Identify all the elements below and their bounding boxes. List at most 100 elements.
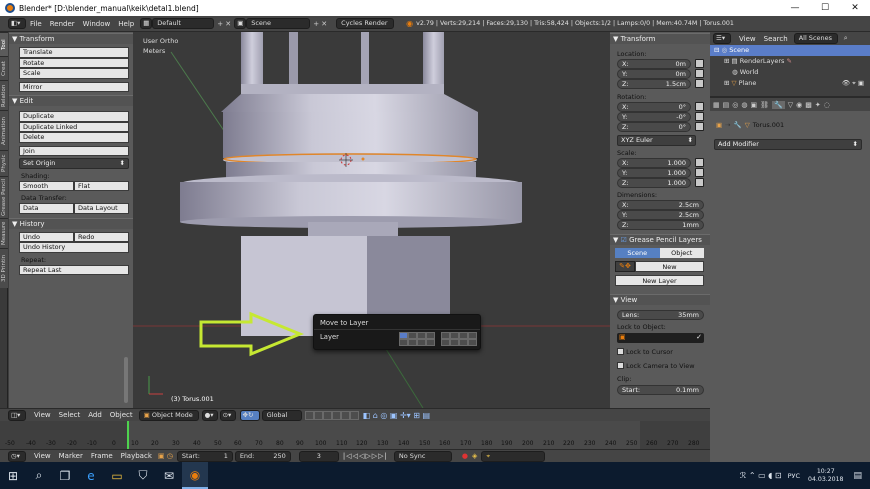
- keying-icon[interactable]: ◈: [472, 452, 477, 460]
- constraints-tab-icon[interactable]: ⛓: [760, 101, 769, 109]
- location-z-field[interactable]: Z: 1.5cm: [617, 79, 691, 89]
- dimension-x-field[interactable]: X: 2.5cm: [617, 199, 704, 210]
- preview-range-icon[interactable]: ▣ ◷: [158, 452, 173, 460]
- layer-button[interactable]: [468, 332, 477, 339]
- duplicate-linked-button[interactable]: Duplicate Linked: [19, 121, 129, 132]
- clock[interactable]: 10:27 04.03.2018: [808, 468, 843, 484]
- data-tab-icon[interactable]: ▽: [788, 101, 793, 109]
- mail-icon[interactable]: ✉: [156, 462, 182, 489]
- tab-3d-printing[interactable]: 3D Printin: [0, 248, 8, 288]
- history-panel-header[interactable]: ▼ History: [9, 217, 133, 229]
- render-tab-icon[interactable]: ▦: [713, 101, 720, 109]
- scale-x-field[interactable]: X: 1.000: [617, 157, 691, 168]
- layer-button[interactable]: [459, 332, 468, 339]
- layer-button[interactable]: [399, 339, 408, 346]
- 3d-view-editor-icon[interactable]: ◫▾: [8, 409, 26, 421]
- rotation-y-field[interactable]: Y: -0°: [617, 112, 691, 122]
- lock-icon[interactable]: [695, 102, 704, 111]
- outliner-item-scene[interactable]: ⊟ ◎ Scene: [710, 45, 870, 56]
- set-origin-dropdown[interactable]: Set Origin ⬍: [19, 158, 129, 169]
- layer-button[interactable]: [426, 339, 435, 346]
- layer-button[interactable]: [399, 332, 408, 339]
- windows-start-icon[interactable]: ⊞: [0, 462, 26, 489]
- layout-field[interactable]: Default: [152, 18, 215, 29]
- lock-icon[interactable]: [695, 69, 704, 78]
- task-view-icon[interactable]: ❐: [52, 462, 78, 489]
- scene-tab-icon[interactable]: ◎: [732, 101, 738, 109]
- lock-icon[interactable]: [695, 122, 704, 131]
- menu-window[interactable]: Window: [83, 20, 111, 28]
- render-engine-select[interactable]: Cycles Render: [336, 18, 395, 29]
- timeline-view-menu[interactable]: View: [34, 452, 51, 460]
- record-icon[interactable]: ●: [462, 452, 468, 460]
- menu-file[interactable]: File: [30, 20, 42, 28]
- keying-set-field[interactable]: ⌖: [481, 450, 546, 462]
- manipulator-toggle[interactable]: ✥↻: [239, 409, 260, 421]
- lock-icon[interactable]: [695, 157, 704, 167]
- 3d-viewport[interactable]: User Ortho Meters (3) Torus.001: [133, 32, 610, 408]
- layers-tab-icon[interactable]: ▤: [723, 101, 730, 109]
- menu-render[interactable]: Render: [50, 20, 75, 28]
- outliner-item-world[interactable]: ◍ World: [710, 67, 870, 78]
- layer-grid-left[interactable]: [399, 332, 437, 348]
- delete-button[interactable]: Delete: [19, 132, 129, 143]
- new-grease-button[interactable]: New: [635, 260, 704, 272]
- lock-camera-row[interactable]: Lock Camera to View: [610, 362, 710, 371]
- undo-history-button[interactable]: Undo History: [19, 242, 129, 253]
- location-y-field[interactable]: Y: 0m: [617, 69, 691, 79]
- layer-button[interactable]: [441, 339, 450, 346]
- duplicate-button[interactable]: Duplicate: [19, 111, 129, 122]
- pivot-select[interactable]: ⊙▾: [219, 409, 236, 421]
- mirror-button[interactable]: Mirror: [19, 81, 129, 92]
- props-transform-header[interactable]: ▼ Transform: [610, 33, 710, 44]
- scene-field[interactable]: Scene: [246, 18, 311, 29]
- redo-button[interactable]: Redo: [74, 231, 129, 242]
- close-button[interactable]: ✕: [840, 0, 870, 16]
- scene-tab[interactable]: Scene: [615, 247, 660, 258]
- notifications-icon[interactable]: ▤: [853, 471, 862, 481]
- layer-button[interactable]: [408, 332, 417, 339]
- add-menu[interactable]: Add: [88, 411, 102, 419]
- tab-animation[interactable]: Animation: [0, 110, 8, 150]
- location-x-field[interactable]: X: 0m: [617, 59, 691, 69]
- smooth-button[interactable]: Smooth: [19, 180, 74, 191]
- translate-button[interactable]: Translate: [19, 47, 129, 58]
- tab-physics[interactable]: Physic: [0, 150, 8, 176]
- layer-buttons[interactable]: [304, 410, 359, 420]
- lock-icon[interactable]: [695, 167, 704, 177]
- layer-button[interactable]: [417, 339, 426, 346]
- select-menu[interactable]: Select: [59, 411, 81, 419]
- layer-button[interactable]: [322, 410, 332, 420]
- playback-controls[interactable]: |◁◁◁▷▷▷|: [343, 452, 388, 460]
- material-tab-icon[interactable]: ◉: [796, 101, 802, 109]
- transform-panel-header[interactable]: ▼ Transform: [9, 33, 133, 44]
- grease-pencil-header[interactable]: ▼ ☑ Grease Pencil Layers: [610, 233, 710, 245]
- clip-start-field[interactable]: Start: 0.1mm: [617, 384, 704, 395]
- lock-cursor-row[interactable]: Lock to Cursor: [610, 348, 710, 357]
- outliner-scenes-select[interactable]: All Scenes: [793, 33, 838, 44]
- tab-tool[interactable]: Tool: [0, 32, 8, 56]
- edge-icon[interactable]: e: [78, 462, 104, 489]
- tray-icons[interactable]: ℛ ⌃ ▭ ◖ ⊡: [740, 471, 782, 480]
- mode-select[interactable]: ▣ Object Mode: [138, 409, 199, 421]
- tab-create[interactable]: Creat: [0, 56, 8, 80]
- outliner-search-menu[interactable]: Search: [764, 35, 788, 43]
- object-tab[interactable]: Object: [659, 247, 704, 258]
- snap-toggle-icon[interactable]: ◧ ⌂ ◎ ▣ ✛▾ ⊞ ▤: [363, 411, 430, 420]
- layer-button[interactable]: [450, 339, 459, 346]
- add-modifier-dropdown[interactable]: Add Modifier ⬍: [714, 139, 862, 150]
- layout-icon[interactable]: ▦: [140, 18, 153, 29]
- layer-button[interactable]: [349, 410, 359, 420]
- lock-icon[interactable]: [695, 79, 704, 88]
- physics-tab-icon[interactable]: ◌: [824, 101, 830, 109]
- layer-button[interactable]: [459, 339, 468, 346]
- maximize-button[interactable]: ☐: [810, 0, 840, 16]
- pencil-icon[interactable]: ✎✥: [615, 260, 635, 272]
- lock-icon[interactable]: [695, 177, 704, 187]
- layer-button[interactable]: [468, 339, 477, 346]
- layer-button[interactable]: [426, 332, 435, 339]
- rotation-z-field[interactable]: Z: 0°: [617, 122, 691, 132]
- start-frame-field[interactable]: Start: 1: [176, 450, 233, 462]
- scene-add-icon[interactable]: + ✕: [313, 20, 327, 28]
- tab-relations[interactable]: Relation: [0, 80, 8, 110]
